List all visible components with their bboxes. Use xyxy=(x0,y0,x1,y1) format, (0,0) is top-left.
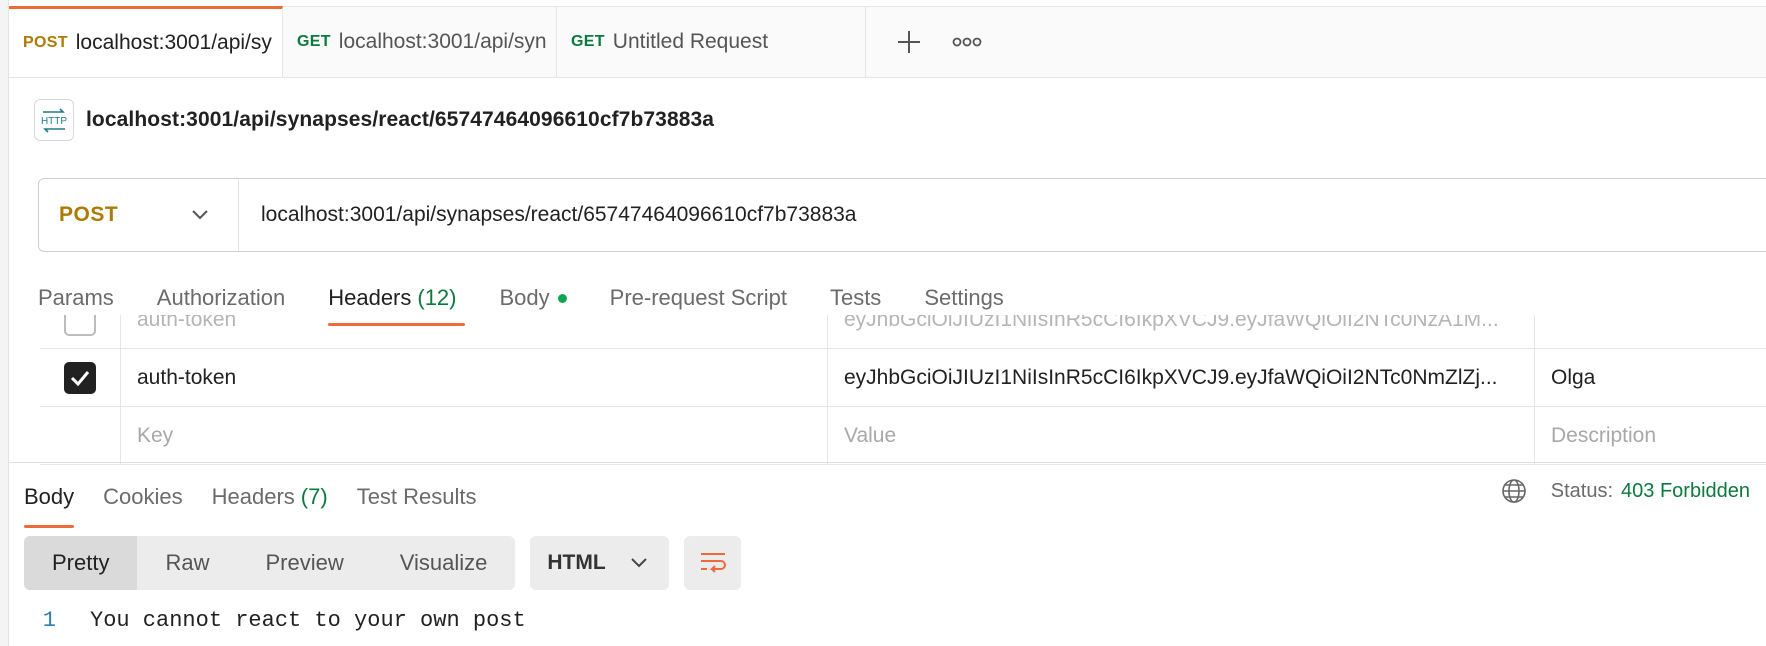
more-dots-icon[interactable] xyxy=(938,13,996,71)
row-checkbox-cell xyxy=(40,315,121,348)
format-select[interactable]: HTML xyxy=(530,536,670,590)
tab-label: Pre-request Script xyxy=(609,285,787,310)
response-divider[interactable] xyxy=(9,462,1766,463)
response-tab-headers[interactable]: Headers (7) xyxy=(212,474,328,520)
url-bar: POST localhost:3001/api/synapses/react/6… xyxy=(38,178,1766,252)
request-title[interactable]: localhost:3001/api/synapses/react/657474… xyxy=(86,108,714,132)
response-body-line: 1 You cannot react to your own post xyxy=(24,608,526,633)
tab-label: Body xyxy=(499,285,550,310)
status-code[interactable]: 403 Forbidden xyxy=(1621,480,1750,503)
response-view-toolbar: Pretty Raw Preview Visualize HTML xyxy=(24,536,742,590)
url-input[interactable]: localhost:3001/api/synapses/react/657474… xyxy=(239,203,856,227)
tab-request-2[interactable]: GET localhost:3001/api/syn xyxy=(283,7,557,77)
header-value[interactable]: eyJhbGciOiJIUzI1NiIsInR5cCI6IkpXVCJ9.eyJ… xyxy=(828,315,1535,348)
svg-text:HTTP: HTTP xyxy=(41,116,67,127)
row-checkbox-cell xyxy=(40,349,121,406)
tab-label: Body xyxy=(24,484,75,509)
tab-label: Test Results xyxy=(356,484,477,509)
header-key[interactable]: auth-token xyxy=(121,349,828,406)
row-checkbox-cell xyxy=(40,407,121,464)
response-tab-body[interactable]: Body xyxy=(24,474,75,528)
view-mode-segmented: Pretty Raw Preview Visualize xyxy=(24,536,516,590)
http-icon: HTTP xyxy=(34,99,74,141)
tab-label: Cookies xyxy=(103,484,183,509)
tab-title: Untitled Request xyxy=(612,30,769,53)
body-indicator-dot xyxy=(557,293,567,303)
table-row: auth-token eyJhbGciOiJIUzI1NiIsInR5cCI6I… xyxy=(40,315,1766,349)
request-header: HTTP localhost:3001/api/synapses/react/6… xyxy=(34,99,714,141)
tab-label: Headers xyxy=(328,285,412,310)
view-pretty-button[interactable]: Pretty xyxy=(24,536,138,590)
tab-request-1[interactable]: POST localhost:3001/api/sy xyxy=(9,6,283,77)
response-tabs: Body Cookies Headers (7) Test Results xyxy=(24,474,506,528)
view-raw-button[interactable]: Raw xyxy=(137,536,237,590)
header-key[interactable]: auth-token xyxy=(121,315,828,348)
method-label: POST xyxy=(59,203,119,226)
request-tab-bar: POST localhost:3001/api/sy GET localhost… xyxy=(9,6,1766,78)
tab-method: POST xyxy=(23,34,68,51)
value-input[interactable]: Value xyxy=(828,407,1535,464)
description-input[interactable]: Description xyxy=(1535,407,1766,464)
headers-table: auth-token eyJhbGciOiJIUzI1NiIsInR5cCI6I… xyxy=(40,315,1766,467)
response-body-text[interactable]: You cannot react to your own post xyxy=(90,608,526,633)
table-row-new: Key Value Description xyxy=(40,407,1766,465)
status-label: Status: xyxy=(1550,479,1614,502)
chevron-down-icon xyxy=(192,210,208,220)
format-label: HTML xyxy=(547,551,606,574)
line-number: 1 xyxy=(42,608,56,633)
response-tab-cookies[interactable]: Cookies xyxy=(103,474,182,520)
tab-actions xyxy=(866,7,996,77)
check-icon xyxy=(70,370,90,386)
tab-title: localhost:3001/api/syn xyxy=(338,30,547,53)
tab-title: localhost:3001/api/sy xyxy=(75,31,272,54)
headers-count: (12) xyxy=(417,285,457,310)
tab-method: GET xyxy=(571,33,605,50)
header-description[interactable]: Olga xyxy=(1535,349,1766,406)
tab-label: Settings xyxy=(924,285,1004,310)
tab-label: Headers xyxy=(211,484,295,509)
header-description[interactable] xyxy=(1535,315,1766,348)
tab-label: Authorization xyxy=(156,285,286,310)
chevron-down-icon xyxy=(631,558,648,568)
tab-label: Tests xyxy=(829,285,882,310)
key-input[interactable]: Key xyxy=(121,407,828,464)
headers-count: (7) xyxy=(300,484,328,509)
wrap-lines-icon xyxy=(700,553,726,573)
row-checkbox[interactable] xyxy=(64,315,96,336)
view-preview-button[interactable]: Preview xyxy=(237,536,371,590)
table-row: auth-token eyJhbGciOiJIUzI1NiIsInR5cCI6I… xyxy=(40,349,1766,407)
response-status: Status: 403 Forbidden xyxy=(1501,478,1750,504)
plus-icon[interactable] xyxy=(880,13,938,71)
header-value[interactable]: eyJhbGciOiJIUzI1NiIsInR5cCI6IkpXVCJ9.eyJ… xyxy=(828,349,1535,406)
method-select[interactable]: POST xyxy=(39,179,239,251)
tab-request-3[interactable]: GET Untitled Request xyxy=(557,7,866,77)
tab-method: GET xyxy=(297,33,331,50)
globe-icon[interactable] xyxy=(1501,478,1527,504)
left-sidebar-edge xyxy=(0,0,9,646)
row-checkbox-checked[interactable] xyxy=(64,361,96,394)
wrap-lines-button[interactable] xyxy=(684,536,742,590)
response-tab-test-results[interactable]: Test Results xyxy=(357,474,477,520)
view-visualize-button[interactable]: Visualize xyxy=(372,536,516,590)
tab-label: Params xyxy=(38,285,114,310)
